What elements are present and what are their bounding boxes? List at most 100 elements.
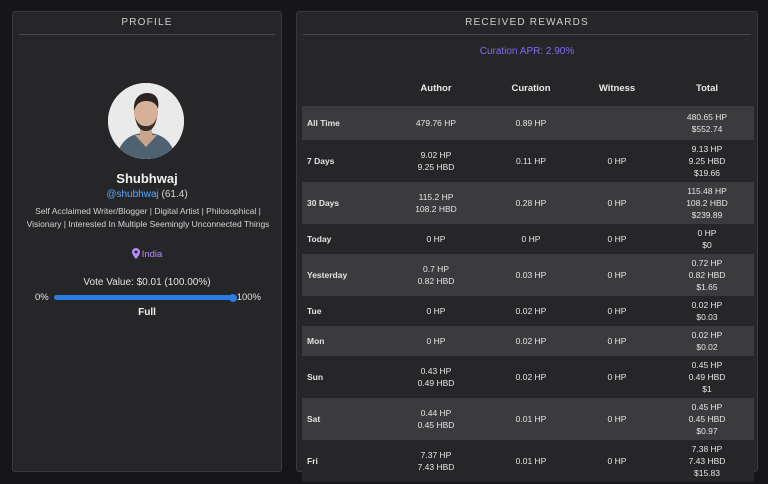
table-row: Mon 0 HP 0.02 HP 0 HP 0.02 HP $0.02	[302, 326, 754, 356]
total-cell-line: $0.02	[696, 342, 718, 352]
total-cell: 480.65 HP $552.74	[660, 106, 754, 140]
author-cell: 0 HP	[384, 296, 488, 326]
author-cell-line: 7.37 HP	[420, 450, 452, 460]
total-cell: 0 HP $0	[660, 224, 754, 254]
total-cell-line: 0.45 HP	[691, 360, 723, 370]
total-cell: 0.72 HP 0.82 HBD $1.65	[660, 254, 754, 296]
witness-cell: 0 HP	[607, 156, 627, 166]
total-cell-line: 9.25 HBD	[688, 156, 726, 166]
total-cell-line: 0.72 HP	[691, 258, 723, 268]
table-header-row: Author Curation Witness Total	[302, 70, 754, 106]
avatar[interactable]	[108, 83, 184, 159]
total-cell-line: 480.65 HP	[686, 112, 728, 122]
total-cell-line: $552.74	[691, 124, 723, 134]
total-cell: 0.45 HP 0.45 HBD $0.97	[660, 398, 754, 440]
table-row: Yesterday 0.7 HP 0.82 HBD 0.03 HP 0 HP 0.72 H…	[302, 254, 754, 296]
row-period-label: Sat	[307, 414, 321, 424]
total-cell-line: $0.03	[696, 312, 718, 322]
total-cell-line: 108.2 HBD	[686, 198, 728, 208]
curation-cell: 0.02 HP	[515, 372, 547, 382]
author-cell-line: 0.43 HP	[420, 366, 452, 376]
location-text: India	[141, 249, 163, 260]
total-cell: 0.45 HP 0.49 HBD $1	[660, 356, 754, 398]
curation-cell: 0.11 HP	[515, 156, 547, 166]
author-cell-line: 0 HP	[426, 336, 446, 346]
row-period-label: Fri	[307, 456, 318, 466]
total-cell-line: 115.48 HP	[687, 186, 727, 196]
profile-handle-link[interactable]: @shubhwaj	[106, 189, 158, 200]
witness-cell: 0 HP	[607, 198, 627, 208]
author-cell-line: 7.43 HBD	[417, 462, 455, 472]
column-header-total: Total	[696, 82, 718, 94]
total-cell-line: 7.43 HBD	[688, 456, 726, 466]
profile-handle-row: @shubhwaj (61.4)	[13, 189, 281, 200]
author-cell-line: 9.25 HBD	[417, 162, 455, 172]
author-cell-line: 108.2 HBD	[415, 204, 457, 214]
author-cell-line: 0.44 HP	[420, 408, 452, 418]
table-row: Today 0 HP 0 HP 0 HP 0 HP $0	[302, 224, 754, 254]
author-cell: 115.2 HP 108.2 HBD	[384, 182, 488, 224]
total-cell-line: $19.66	[694, 168, 720, 178]
total-cell-line: $0	[702, 240, 712, 250]
row-period-label: Tue	[307, 306, 322, 316]
curation-cell: 0.89 HP	[515, 118, 547, 128]
total-cell-line: 0.45 HBD	[688, 414, 726, 424]
table-row: Sat 0.44 HP 0.45 HBD 0.01 HP 0 HP 0.45 HP 0.45…	[302, 398, 754, 440]
table-row: Sun 0.43 HP 0.49 HBD 0.02 HP 0 HP 0.45 HP 0.49…	[302, 356, 754, 398]
reputation-score: (61.4)	[161, 189, 188, 200]
total-cell-line: 0.02 HP	[691, 330, 723, 340]
witness-cell: 0 HP	[607, 414, 627, 424]
total-cell-line: 0.02 HP	[691, 300, 723, 310]
curation-apr: Curation APR: 2.90%	[479, 46, 575, 57]
author-cell: 9.02 HP 9.25 HBD	[384, 140, 488, 182]
total-cell-line: $239.89	[691, 210, 723, 220]
author-cell-line: 0.49 HBD	[417, 378, 455, 388]
profile-panel: PROFILE Shubhwaj @shubhwaj (61.4) Self A…	[12, 11, 282, 472]
row-period-label: 7 Days	[307, 156, 335, 166]
total-cell-line: 0.82 HBD	[688, 270, 726, 280]
author-cell: 0.44 HP 0.45 HBD	[384, 398, 488, 440]
rewards-panel: RECEIVED REWARDS Curation APR: 2.90% Aut…	[296, 11, 758, 482]
row-period-label: Mon	[307, 336, 325, 346]
total-cell-line: $15.83	[694, 468, 720, 478]
witness-cell: 0 HP	[607, 306, 627, 316]
curation-cell: 0.01 HP	[515, 456, 547, 466]
row-period-label: Yesterday	[307, 270, 348, 280]
witness-cell: 0 HP	[607, 456, 627, 466]
total-cell: 0.02 HP $0.03	[660, 296, 754, 326]
map-pin-icon	[131, 248, 142, 260]
row-period-label: Sun	[307, 372, 324, 382]
witness-cell	[574, 106, 660, 140]
witness-cell: 0 HP	[607, 270, 627, 280]
row-period-label: 30 Days	[307, 198, 340, 208]
total-cell-line: $0.97	[696, 426, 718, 436]
author-cell-line: 0.45 HBD	[417, 420, 455, 430]
author-cell: 0 HP	[384, 224, 488, 254]
curation-cell: 0.01 HP	[515, 414, 547, 424]
slider-track[interactable]	[54, 293, 237, 302]
profile-bio: Self Acclaimed Writer/Blogger | Digital …	[26, 206, 270, 229]
total-cell-line: 0.45 HP	[691, 402, 723, 412]
rewards-table: Author Curation Witness Total All Time 47…	[302, 70, 754, 482]
author-cell: 7.37 HP 7.43 HBD	[384, 440, 488, 482]
table-row: 30 Days 115.2 HP 108.2 HBD 0.28 HP 0 HP 115.4…	[302, 182, 754, 224]
witness-cell: 0 HP	[607, 372, 627, 382]
vote-weight-slider[interactable]: 0% 100%	[35, 291, 261, 305]
author-cell-line: 0.7 HP	[423, 264, 449, 274]
curation-cell: 0.02 HP	[515, 336, 547, 346]
slider-max-label: 100%	[236, 292, 261, 303]
author-cell-line: 115.2 HP	[418, 192, 454, 202]
total-cell-line: 7.38 HP	[691, 444, 723, 454]
author-cell-line: 0.82 HBD	[417, 276, 455, 286]
total-cell-line: $1.65	[696, 282, 718, 292]
author-cell: 0.43 HP 0.49 HBD	[384, 356, 488, 398]
total-cell-line: 9.13 HP	[691, 144, 723, 154]
column-header-curation: Curation	[511, 82, 551, 94]
author-cell: 479.76 HP	[384, 106, 488, 140]
total-cell: 9.13 HP 9.25 HBD $19.66	[660, 140, 754, 182]
author-cell-line: 0 HP	[426, 234, 446, 244]
author-cell-line: 9.02 HP	[420, 150, 452, 160]
table-row: All Time 479.76 HP 0.89 HP 480.65 HP $552.74	[302, 106, 754, 140]
vote-value-label: Vote Value: $0.01 (100.00%)	[83, 277, 211, 288]
vote-state-label: Full	[138, 307, 156, 318]
